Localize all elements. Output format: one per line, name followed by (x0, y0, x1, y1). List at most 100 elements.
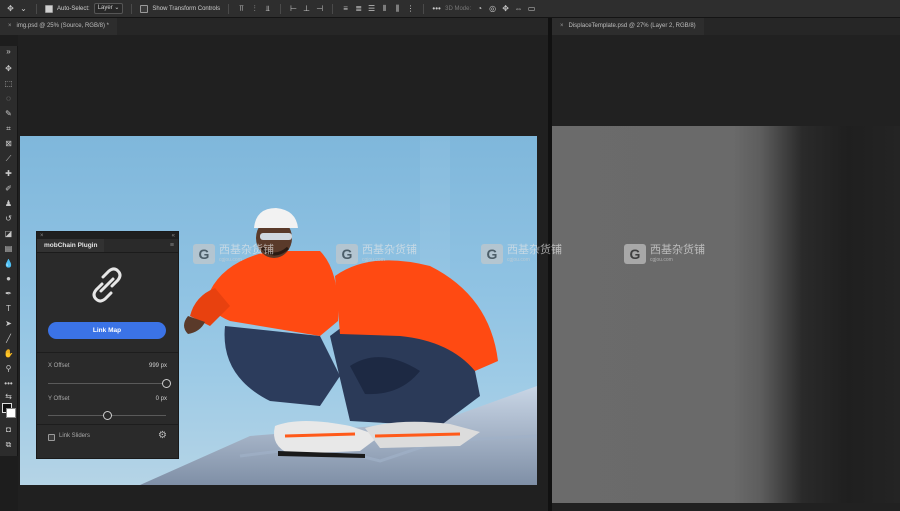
separator (423, 3, 425, 14)
collapse-icon[interactable]: « (172, 233, 175, 239)
align-vcenter-icon[interactable]: ⫶ (250, 4, 259, 13)
frame-tool-icon[interactable]: ⊠ (3, 138, 14, 149)
blur-tool-icon[interactable]: 💧 (3, 258, 14, 269)
close-icon[interactable]: × (560, 23, 564, 29)
3d-camera-icon[interactable]: ▭ (527, 4, 536, 13)
y-offset-value[interactable]: 0 px (156, 396, 167, 402)
tab-img-label: img.psd @ 25% (Source, RGB/8) * (16, 23, 109, 29)
x-offset-slider-track[interactable] (48, 383, 166, 384)
distribute-bottom-icon[interactable]: ☰ (367, 4, 376, 13)
align-top-icon[interactable]: ⫪ (237, 4, 246, 13)
x-offset-slider-thumb[interactable] (161, 379, 171, 388)
panel-collapse-icon[interactable]: » (3, 46, 14, 57)
move-tool-icon[interactable]: ✥ (6, 4, 15, 13)
show-transform-label: Show Transform Controls (152, 5, 221, 12)
watermark: G 西基杂货铺 cgjou.com (336, 244, 417, 264)
3d-orbit-icon[interactable]: ◔ (475, 4, 484, 13)
watermark: G 西基杂货铺 cgjou.com (624, 244, 705, 264)
swap-colors-icon[interactable]: ⇆ (3, 391, 14, 402)
panel-menu-icon[interactable]: ≡ (170, 242, 174, 249)
distribute-left-icon[interactable]: ⦀ (380, 4, 389, 13)
auto-select-label: Auto-Select: (57, 5, 90, 12)
3d-pan-icon[interactable]: ✥ (501, 4, 510, 13)
distribute-hcenter-icon[interactable]: ⫼ (393, 4, 402, 13)
more-tools-icon[interactable]: ••• (3, 378, 14, 389)
align-left-icon[interactable]: ⊢ (289, 4, 298, 13)
move-tool-icon[interactable]: ✥ (3, 63, 14, 74)
type-tool-icon[interactable]: T (3, 303, 14, 314)
watermark-text: 西基杂货铺 (650, 244, 705, 256)
more-options-icon[interactable]: ••• (432, 4, 441, 13)
watermark-text: 西基杂货铺 (219, 244, 274, 256)
watermark-url: cgjou.com (507, 257, 530, 263)
watermark-logo-icon: G (481, 244, 503, 264)
watermark-url: cgjou.com (650, 257, 673, 263)
panel-titlebar: × « (37, 232, 178, 239)
marquee-tool-icon[interactable]: ⬚ (3, 78, 14, 89)
line-tool-icon[interactable]: ╱ (3, 333, 14, 344)
eraser-tool-icon[interactable]: ◪ (3, 228, 14, 239)
path-select-icon[interactable]: ➤ (3, 318, 14, 329)
history-brush-icon[interactable]: ↺ (3, 213, 14, 224)
auto-select-dropdown[interactable]: Layer ⌄ (93, 3, 124, 14)
watermark-logo-icon: G (336, 244, 358, 264)
stamp-tool-icon[interactable]: ♟ (3, 198, 14, 209)
link-map-button[interactable]: Link Map (48, 322, 166, 339)
watermark: G 西基杂货铺 cgjou.com (193, 244, 274, 264)
close-icon[interactable]: × (40, 233, 44, 239)
auto-select-checkbox[interactable] (45, 4, 53, 13)
distribute-top-icon[interactable]: ≡ (341, 4, 350, 13)
background-color-swatch[interactable] (6, 408, 16, 418)
right-tab-bar: × DisplaceTemplate.psd @ 27% (Layer 2, RG… (552, 18, 900, 35)
dodge-tool-icon[interactable]: ● (3, 273, 14, 284)
align-bottom-icon[interactable]: ⫫ (263, 4, 272, 13)
tab-mobchain-plugin[interactable]: mobChain Plugin (37, 239, 105, 252)
y-offset-label: Y Offset (48, 396, 70, 402)
link-sliders-label: Link Sliders (59, 433, 91, 439)
panel-tab-row: mobChain Plugin ≡ (37, 239, 178, 253)
close-icon[interactable]: × (8, 23, 12, 29)
link-sliders-checkbox[interactable] (48, 434, 55, 441)
displace-template-canvas[interactable] (552, 126, 900, 503)
crop-tool-icon[interactable]: ⌗ (3, 123, 14, 134)
screen-mode-icon[interactable]: ⧉ (3, 439, 14, 450)
eyedropper-tool-icon[interactable]: ⟋ (3, 153, 14, 164)
y-offset-slider-thumb[interactable] (102, 411, 112, 420)
separator (228, 3, 230, 14)
3d-mode-label: 3D Mode: (445, 5, 472, 12)
divider (37, 352, 178, 353)
x-offset-value[interactable]: 999 px (149, 363, 167, 369)
quick-mask-icon[interactable]: ◘ (3, 424, 14, 435)
quick-select-tool-icon[interactable]: ✎ (3, 108, 14, 119)
zoom-tool-icon[interactable]: ⚲ (3, 363, 14, 374)
tab-img-psd[interactable]: × img.psd @ 25% (Source, RGB/8) * (0, 18, 117, 35)
healing-brush-icon[interactable]: ✚ (3, 168, 14, 179)
show-transform-checkbox[interactable] (140, 4, 149, 13)
brush-tool-icon[interactable]: ✐ (3, 183, 14, 194)
auto-select-value: Layer (97, 5, 113, 11)
3d-slide-icon[interactable]: ⇔ (514, 4, 523, 13)
3d-roll-icon[interactable]: ◎ (488, 4, 497, 13)
watermark-text: 西基杂货铺 (507, 244, 562, 256)
align-right-icon[interactable]: ⊣ (315, 4, 324, 13)
watermark: G 西基杂货铺 cgjou.com (481, 244, 562, 264)
left-tab-bar: × img.psd @ 25% (Source, RGB/8) * (0, 18, 548, 35)
pen-tool-icon[interactable]: ✒ (3, 288, 14, 299)
lasso-tool-icon[interactable]: ◌ (3, 93, 14, 104)
separator (332, 3, 334, 14)
options-bar: ✥ ⌄ Auto-Select: Layer ⌄ Show Transform … (0, 0, 900, 18)
separator (280, 3, 282, 14)
settings-gear-icon[interactable]: ⚙ (158, 430, 167, 441)
divider (37, 424, 178, 425)
tab-displace-template[interactable]: × DisplaceTemplate.psd @ 27% (Layer 2, RG… (552, 18, 704, 35)
tab-displace-label: DisplaceTemplate.psd @ 27% (Layer 2, RGB… (568, 23, 696, 29)
chain-link-logo-icon (92, 267, 122, 303)
gradient-tool-icon[interactable]: ▤ (3, 243, 14, 254)
distribute-vcenter-icon[interactable]: ≣ (354, 4, 363, 13)
chevron-down-icon[interactable]: ⌄ (19, 4, 28, 13)
distribute-right-icon[interactable]: ⋮ (406, 4, 415, 13)
hand-tool-icon[interactable]: ✋ (3, 348, 14, 359)
align-hcenter-icon[interactable]: ⊥ (302, 4, 311, 13)
x-offset-label: X Offset (48, 363, 70, 369)
separator (131, 3, 133, 14)
